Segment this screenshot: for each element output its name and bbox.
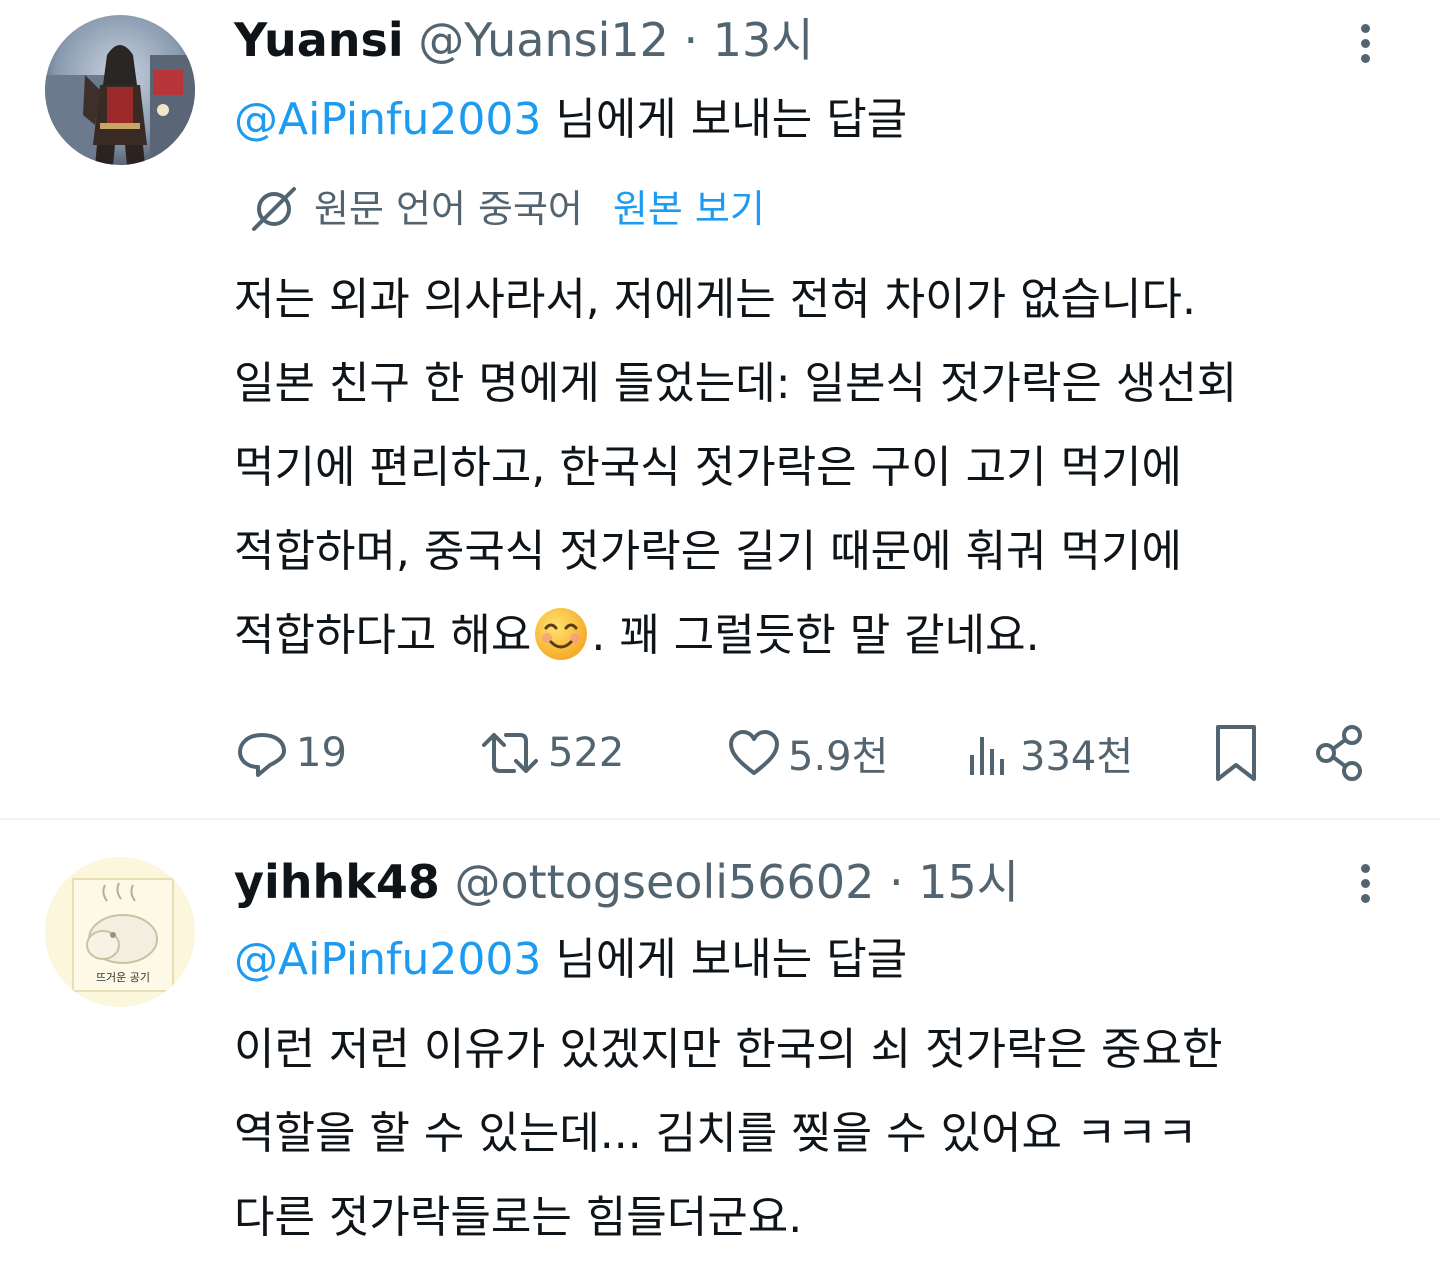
- show-original-link[interactable]: 원본 보기: [613, 182, 765, 236]
- share-button[interactable]: [1312, 718, 1374, 788]
- separator-dot: ·: [683, 13, 699, 67]
- views-count: 334천: [1020, 734, 1134, 780]
- more-button[interactable]: [1350, 858, 1380, 918]
- smiling-face-emoji-icon: [535, 608, 588, 660]
- separator-dot: ·: [888, 855, 904, 909]
- handle[interactable]: @ottogseoli56602: [454, 855, 874, 909]
- tweet-text-segment: 적합하다고 해요: [234, 610, 532, 661]
- bookmark-icon: [1216, 725, 1256, 781]
- tweet-text-line: 역할을 할 수 있는데... 김치를 찢을 수 있어요 ㅋㅋㅋ: [234, 1108, 1198, 1159]
- reply-icon: [238, 733, 286, 777]
- more-icon: [1360, 864, 1370, 873]
- tweet-yihhk48[interactable]: 뜨거운 공기 yihhk48 @ottogseoli56602 · 15시 @A…: [0, 820, 1440, 1267]
- avatar[interactable]: 뜨거운 공기: [45, 857, 195, 1007]
- tweet-header: Yuansi @Yuansi12 · 13시: [234, 12, 814, 68]
- reply-to-label: 님에게 보내는 답글: [541, 94, 908, 145]
- tweet-header: yihhk48 @ottogseoli56602 · 15시: [234, 854, 1019, 910]
- retweet-count: 522: [548, 730, 625, 776]
- more-button[interactable]: [1350, 18, 1380, 78]
- like-button[interactable]: 5.9천: [726, 718, 888, 788]
- handle[interactable]: @Yuansi12: [418, 13, 669, 67]
- display-name[interactable]: yihhk48: [234, 855, 440, 909]
- action-bar: 19 522 5.9천 334천: [0, 718, 1440, 788]
- timestamp[interactable]: 13시: [713, 13, 814, 67]
- hot-air-avatar-icon: 뜨거운 공기: [45, 857, 195, 1007]
- reply-count: 19: [296, 730, 347, 776]
- translate-icon: [252, 187, 296, 231]
- reply-to-mention[interactable]: @AiPinfu2003: [234, 934, 541, 985]
- assassin-avatar-icon: [45, 15, 195, 165]
- tweet-text-line: 일본 친구 한 명에게 들었는데: 일본식 젓가락은 생선회: [234, 358, 1238, 409]
- tweet-text-line: 적합하며, 중국식 젓가락은 길기 때문에 훠궈 먹기에: [234, 526, 1182, 577]
- tweet-text-line: 먹기에 편리하고, 한국식 젓가락은 구이 고기 먹기에: [234, 442, 1182, 493]
- display-name[interactable]: Yuansi: [234, 13, 404, 67]
- reply-context: @AiPinfu2003 님에게 보내는 답글: [234, 932, 907, 988]
- avatar-text: 뜨거운 공기: [96, 971, 150, 984]
- views-button[interactable]: 334천: [962, 718, 1133, 788]
- reply-to-label: 님에게 보내는 답글: [541, 934, 908, 985]
- translation-source-label: 원문 언어 중국어: [314, 187, 583, 231]
- reply-to-mention[interactable]: @AiPinfu2003: [234, 94, 541, 145]
- tweet-text-line: 다른 젓가락들로는 힘들더군요.: [234, 1192, 803, 1243]
- reply-context: @AiPinfu2003 님에게 보내는 답글: [234, 92, 907, 148]
- views-icon: [970, 737, 1004, 775]
- tweet-text-line-last: 적합하다고 해요 . 꽤 그럴듯한 말 같네요.: [234, 594, 1404, 678]
- like-icon: [729, 730, 779, 775]
- tweet-text-segment: . 꽤 그럴듯한 말 같네요.: [591, 610, 1040, 661]
- tweet-text: 이런 저런 이유가 있겠지만 한국의 쇠 젓가락은 중요한 역할을 할 수 있는…: [234, 1008, 1404, 1260]
- retweet-icon: [482, 733, 538, 773]
- like-count: 5.9천: [788, 734, 889, 780]
- more-icon: [1360, 24, 1370, 33]
- timestamp[interactable]: 15시: [918, 855, 1019, 909]
- tweet-text-line: 이런 저런 이유가 있겠지만 한국의 쇠 젓가락은 중요한: [234, 1024, 1223, 1075]
- tweet-text-line: 저는 외과 의사라서, 저에게는 전혀 차이가 없습니다.: [234, 274, 1196, 325]
- bookmark-button[interactable]: [1208, 718, 1270, 788]
- translation-bar: 원문 언어 중국어 원본 보기: [248, 182, 765, 236]
- share-icon: [1316, 725, 1362, 781]
- reply-button[interactable]: 19: [234, 718, 347, 788]
- avatar[interactable]: [45, 15, 195, 165]
- retweet-button[interactable]: 522: [478, 718, 624, 788]
- tweet-yuansi[interactable]: Yuansi @Yuansi12 · 13시 @AiPinfu2003 님에게 …: [0, 0, 1440, 820]
- tweet-text: 저는 외과 의사라서, 저에게는 전혀 차이가 없습니다. 일본 친구 한 명에…: [234, 258, 1404, 678]
